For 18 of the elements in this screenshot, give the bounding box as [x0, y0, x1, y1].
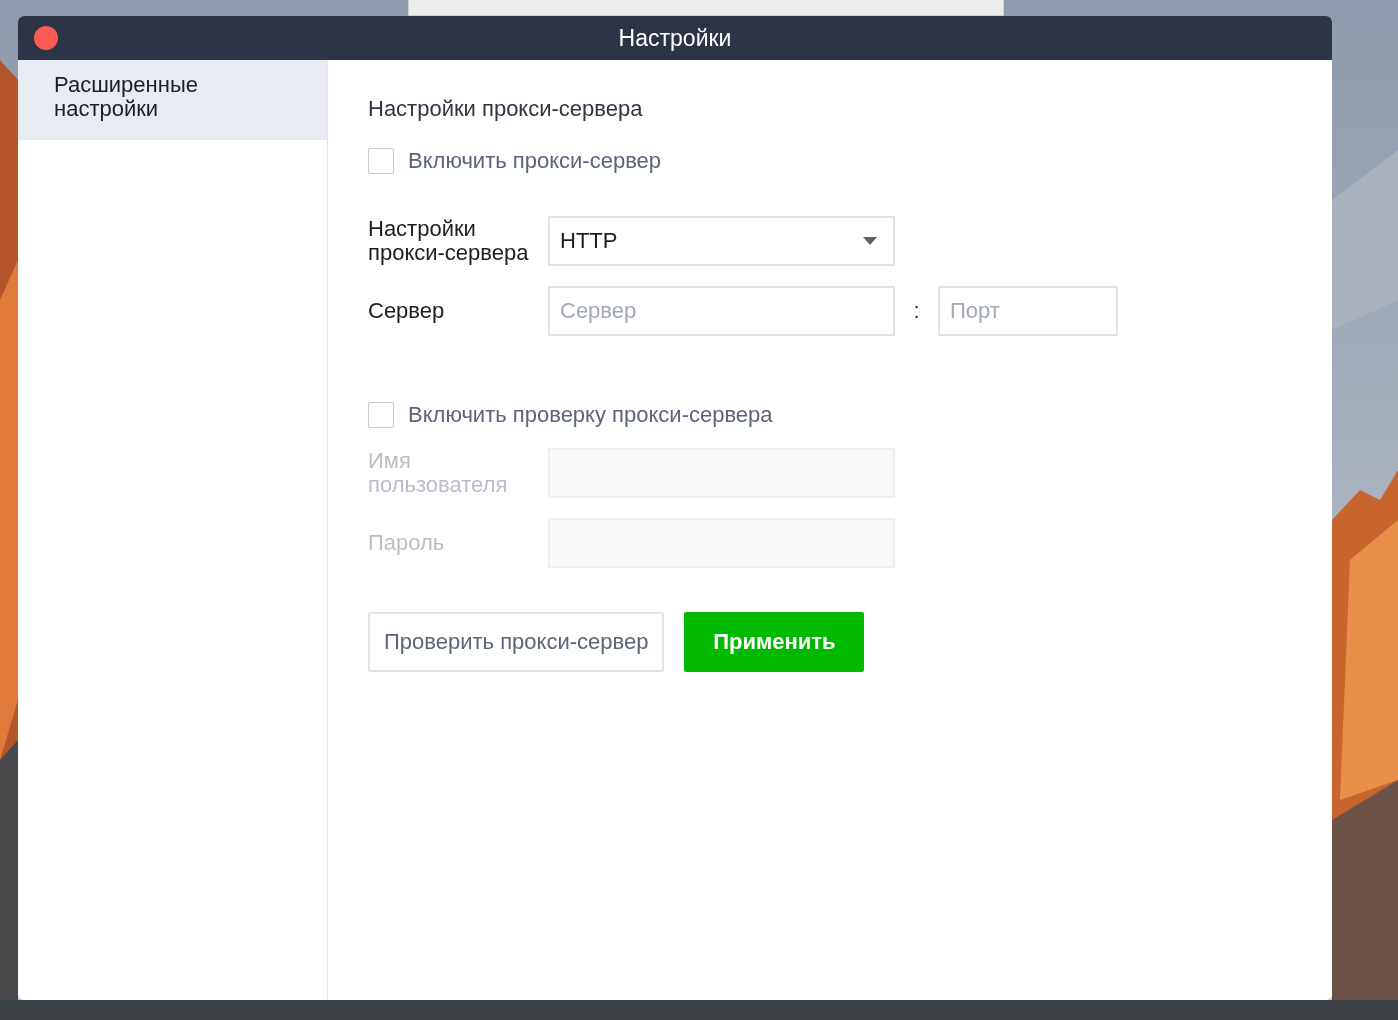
proxy-type-dropdown[interactable]: HTTP [548, 216, 895, 266]
checkbox[interactable] [368, 148, 394, 174]
sidebar-item[interactable]: Расширенные настройки [18, 60, 327, 140]
caret-icon [863, 237, 877, 245]
check-button[interactable]: Проверить прокси-сервер [368, 612, 665, 672]
window-title: Настройки [618, 24, 732, 52]
port-field[interactable]: Порт [938, 286, 1118, 336]
section-title: Настройки прокси-сервера [368, 95, 644, 123]
checkbox-label: Включить проверку прокси-сервера [408, 402, 773, 428]
field-label: Имя пользователя [368, 449, 509, 497]
server-field[interactable]: Сервер [548, 286, 895, 336]
field-label: Настройки прокси-сервера [368, 217, 530, 265]
separator: : [912, 298, 921, 324]
field-label: Пароль [368, 531, 446, 555]
checkbox-label: Включить прокси-сервер [408, 148, 662, 174]
checkbox[interactable] [368, 402, 394, 428]
field-label: Сервер [368, 299, 446, 323]
close-button[interactable] [34, 26, 58, 50]
